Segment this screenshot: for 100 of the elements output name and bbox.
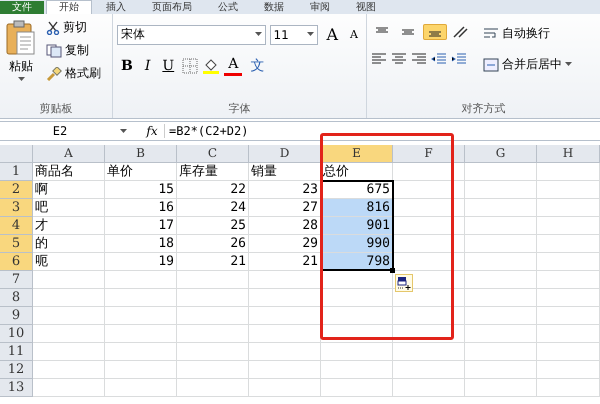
column-header[interactable]: E <box>321 145 393 163</box>
table-cell <box>393 199 465 217</box>
table-cell <box>177 271 249 289</box>
ribbon-tab[interactable]: 文件 <box>0 1 44 14</box>
table-cell: 21 <box>177 253 249 271</box>
table-cell <box>465 271 537 289</box>
ribbon-tab[interactable]: 公式 <box>206 1 250 14</box>
group-label: 对齐方式 <box>460 102 506 117</box>
row-header[interactable]: 9 <box>0 307 33 325</box>
grow-font-button[interactable]: A <box>322 24 342 45</box>
fill-handle[interactable] <box>390 268 395 273</box>
table-cell: 24 <box>177 199 249 217</box>
column-header[interactable]: F <box>393 145 465 163</box>
table-cell <box>249 361 321 379</box>
font-size-field[interactable]: 11 <box>270 24 318 44</box>
column-header[interactable]: C <box>177 145 249 163</box>
table-cell: 21 <box>249 253 321 271</box>
table-cell <box>249 379 321 397</box>
paste-options-button[interactable] <box>395 274 413 292</box>
row-header[interactable]: 2 <box>0 181 33 199</box>
table-cell: 19 <box>105 253 177 271</box>
group-label: 剪贴板 <box>38 102 74 117</box>
underline-button[interactable]: U <box>158 56 178 74</box>
table-cell: 17 <box>105 217 177 235</box>
column-header[interactable]: H <box>537 145 600 163</box>
ribbon-tab[interactable]: 数据 <box>252 1 296 14</box>
copy-button[interactable]: 复制 <box>44 41 103 60</box>
table-cell <box>105 325 177 343</box>
table-cell <box>33 379 105 397</box>
table-cell <box>177 325 249 343</box>
column-header[interactable]: A <box>33 145 105 163</box>
table-cell <box>105 289 177 307</box>
ribbon-tab[interactable]: 开始 <box>46 0 92 14</box>
row-header[interactable]: 7 <box>0 271 33 289</box>
column-header[interactable]: B <box>105 145 177 163</box>
table-cell <box>465 235 537 253</box>
table-cell <box>177 361 249 379</box>
row-header[interactable]: 3 <box>0 199 33 217</box>
merge-center-button[interactable]: 合并后居中 <box>481 55 574 74</box>
ribbon-tab[interactable]: 视图 <box>344 1 388 14</box>
row-header[interactable]: 10 <box>0 325 33 343</box>
border-icon <box>182 58 198 74</box>
table-cell: 库存量 <box>177 163 249 181</box>
ribbon-tab[interactable]: 插入 <box>94 1 138 14</box>
table-cell <box>105 361 177 379</box>
phonetic-button[interactable]: 文 <box>246 56 268 76</box>
bold-button[interactable]: B <box>117 56 137 74</box>
shrink-font-button[interactable]: A <box>346 27 362 42</box>
table-cell <box>537 271 600 289</box>
table-cell <box>321 307 393 325</box>
formula-field[interactable]: =B2*(C2+D2) <box>164 124 600 138</box>
align-center-icon <box>391 52 407 66</box>
column-header[interactable]: D <box>249 145 321 163</box>
table-cell <box>33 361 105 379</box>
table-cell <box>537 343 600 361</box>
paste-button[interactable]: 粘贴 <box>4 18 38 102</box>
row-header[interactable]: 11 <box>0 343 33 361</box>
ribbon-tab[interactable]: 审阅 <box>298 1 342 14</box>
font-name-field[interactable]: 宋体 <box>117 24 266 44</box>
cut-button[interactable]: 剪切 <box>44 18 103 37</box>
table-cell: 吧 <box>33 199 105 217</box>
row-header[interactable]: 4 <box>0 217 33 235</box>
row-header[interactable]: 1 <box>0 163 33 181</box>
table-cell <box>105 379 177 397</box>
table-cell <box>177 343 249 361</box>
ribbon-tab[interactable]: 页面布局 <box>140 1 204 14</box>
table-cell <box>393 379 465 397</box>
name-box[interactable]: E2 <box>0 124 120 138</box>
align-right-icon <box>411 52 427 66</box>
format-painter-button[interactable]: 格式刷 <box>44 64 103 83</box>
table-cell: 呃 <box>33 253 105 271</box>
table-cell <box>537 235 600 253</box>
table-cell <box>465 325 537 343</box>
italic-button[interactable]: I <box>140 56 154 74</box>
table-cell <box>465 253 537 271</box>
table-cell: 销量 <box>249 163 321 181</box>
row-header[interactable]: 8 <box>0 289 33 307</box>
table-cell <box>465 181 537 199</box>
table-cell: 29 <box>249 235 321 253</box>
insert-function-button[interactable]: fx <box>140 124 164 138</box>
table-cell <box>393 325 465 343</box>
table-cell <box>249 343 321 361</box>
table-cell <box>465 163 537 181</box>
font-color-button[interactable]: A <box>224 55 242 76</box>
table-cell <box>465 361 537 379</box>
caret-icon <box>18 77 24 82</box>
wrap-text-button[interactable]: 自动换行 <box>481 24 574 43</box>
table-cell: 总价 <box>321 163 393 181</box>
table-cell <box>537 379 600 397</box>
vertical-align-button[interactable] <box>423 24 447 40</box>
table-cell: 26 <box>177 235 249 253</box>
row-header[interactable]: 13 <box>0 379 33 397</box>
row-header[interactable]: 12 <box>0 361 33 379</box>
row-header[interactable]: 6 <box>0 253 33 271</box>
table-cell <box>33 271 105 289</box>
merge-cells-icon <box>483 58 499 72</box>
table-cell <box>321 379 393 397</box>
column-header[interactable]: G <box>465 145 537 163</box>
row-header[interactable]: 5 <box>0 235 33 253</box>
table-cell: 816 <box>321 199 393 217</box>
